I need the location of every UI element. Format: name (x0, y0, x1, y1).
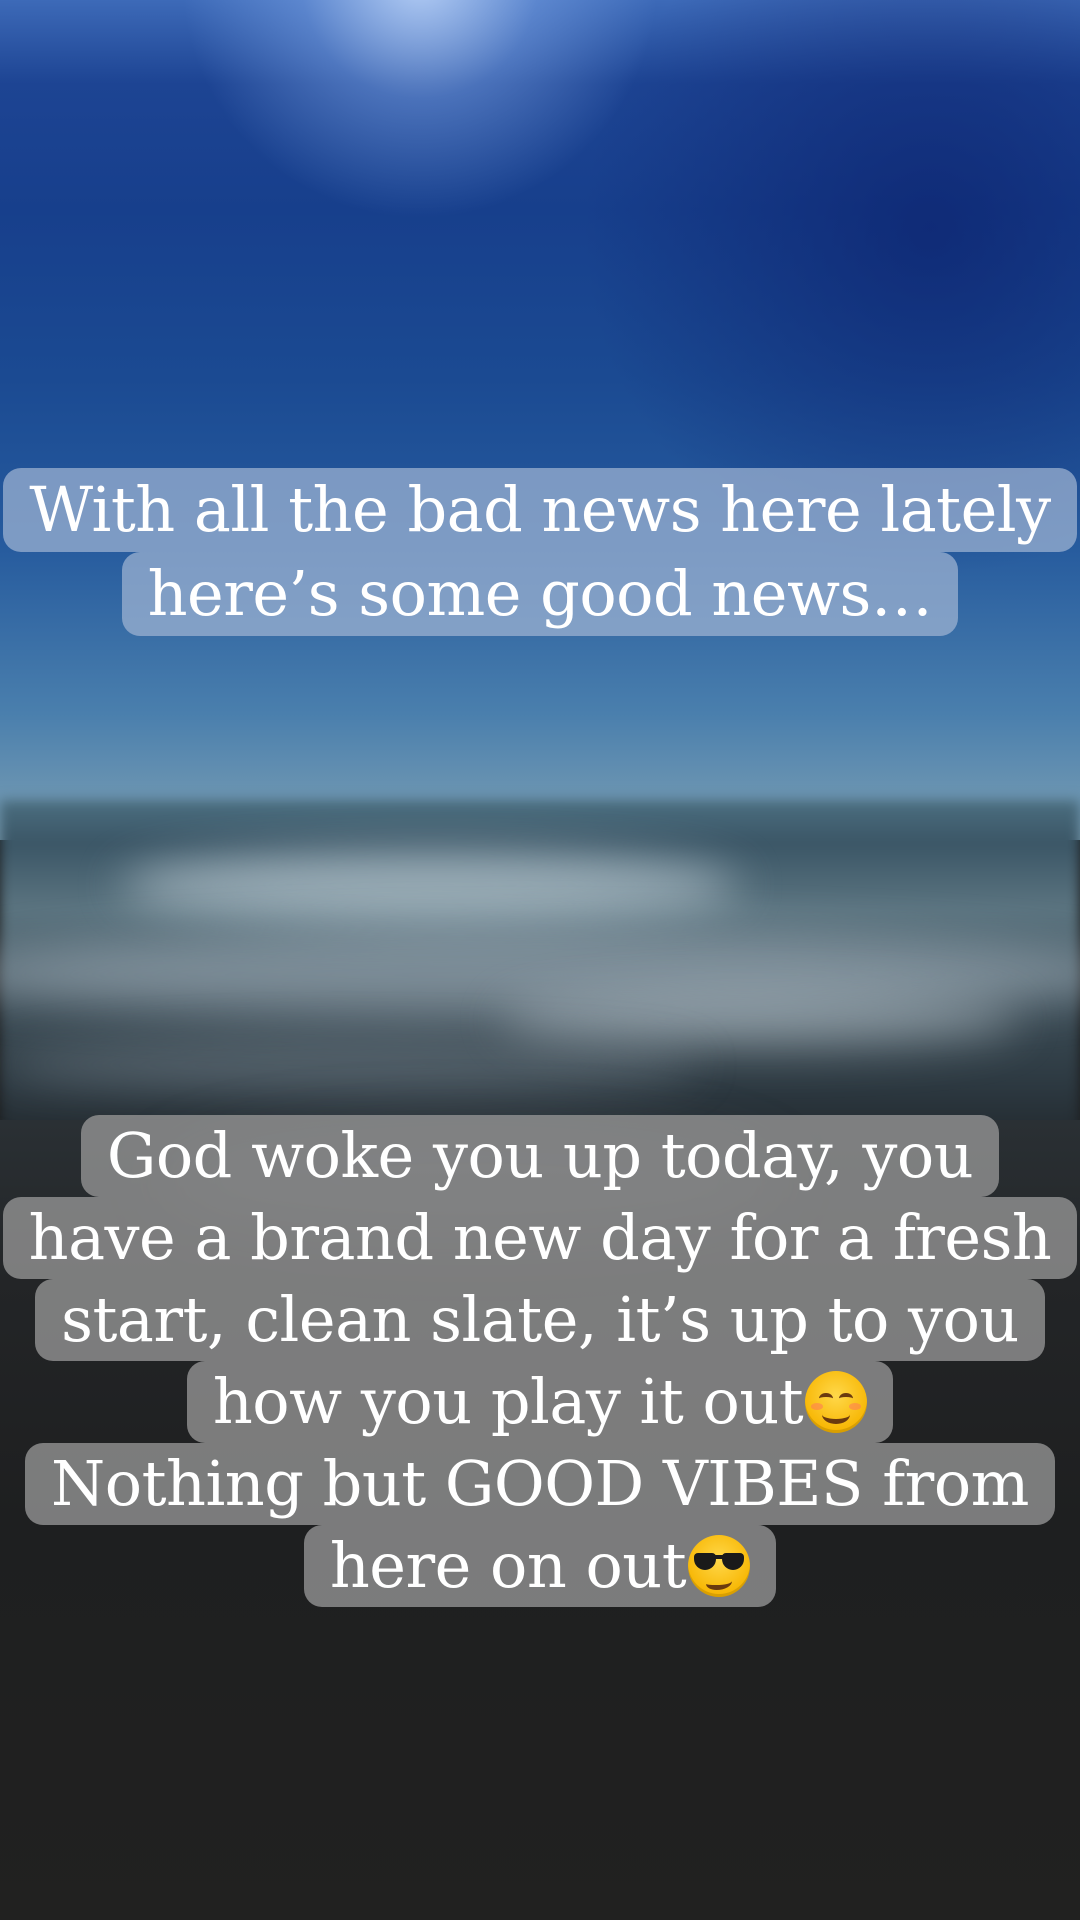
bottom-caption: God woke you up today, you have a brand … (0, 1115, 1080, 1607)
wave-foam (120, 850, 740, 920)
wave-foam (500, 990, 1020, 1050)
caption-line: God woke you up today, you (80, 1115, 1000, 1197)
story-canvas: With all the bad news here lately here’s… (0, 0, 1080, 1920)
caption-line: Nothing but GOOD VIBES from (25, 1443, 1055, 1525)
caption-line-with-emoji: how you play it out (186, 1361, 894, 1443)
caption-line: With all the bad news here lately (3, 468, 1077, 552)
caption-line: here’s some good news… (121, 552, 959, 636)
caption-line-with-emoji: here on out (303, 1525, 777, 1607)
wave-foam (0, 1040, 700, 1090)
top-caption: With all the bad news here lately here’s… (0, 468, 1080, 636)
caption-line: start, clean slate, it’s up to you (35, 1279, 1045, 1361)
smiling-face-icon (805, 1371, 868, 1433)
caption-line-text: how you play it out (212, 1365, 804, 1438)
caption-line-text: here on out (329, 1529, 687, 1602)
sunglasses-face-icon (688, 1535, 751, 1597)
blurred-beach-background (0, 0, 1080, 1920)
caption-line: have a brand new day for a fresh (2, 1197, 1078, 1279)
